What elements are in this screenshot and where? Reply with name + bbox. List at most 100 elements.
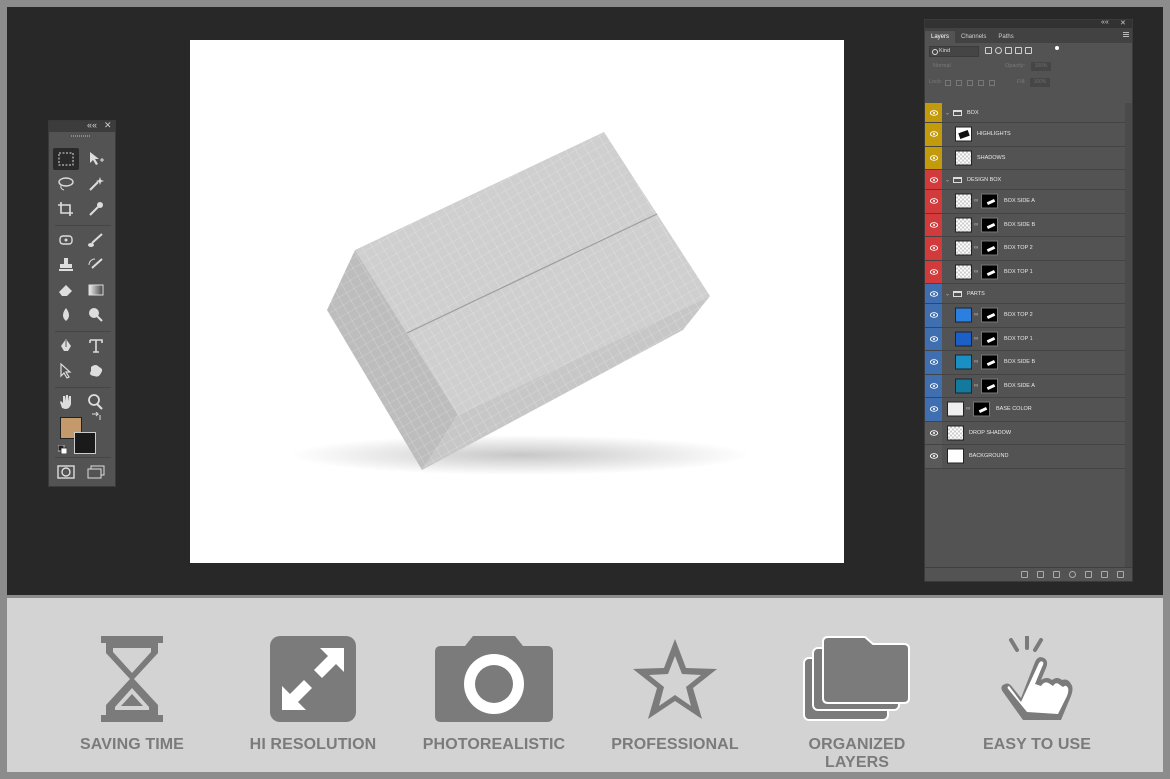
tab-channels[interactable]: Channels xyxy=(955,31,992,43)
visibility-eye-icon[interactable] xyxy=(925,327,942,350)
mask-link-icon[interactable]: ∞ xyxy=(974,245,978,251)
layer-row[interactable]: DROP SHADOW xyxy=(925,421,1126,445)
expand-chevron-icon[interactable]: ⌄ xyxy=(945,109,950,116)
mask-link-icon[interactable]: ∞ xyxy=(974,359,978,365)
fill-field[interactable]: 100% xyxy=(1030,78,1050,87)
visibility-eye-icon[interactable] xyxy=(925,146,942,169)
dodge-tool-icon[interactable] xyxy=(83,304,109,326)
document-canvas[interactable] xyxy=(190,40,844,563)
expand-chevron-icon[interactable]: ⌄ xyxy=(945,290,950,297)
background-color-swatch[interactable] xyxy=(74,432,96,454)
layer-mask-thumbnail[interactable] xyxy=(981,307,998,323)
visibility-eye-icon[interactable] xyxy=(925,123,942,146)
layer-row[interactable]: ∞ BOX SIDE B xyxy=(925,351,1126,375)
blend-mode-select[interactable]: Normal xyxy=(929,61,999,72)
mask-link-icon[interactable]: ∞ xyxy=(974,198,978,204)
layer-row[interactable]: ∞ BOX SIDE A xyxy=(925,374,1126,398)
adjustment-filter-icon[interactable] xyxy=(995,47,1002,54)
new-group-icon[interactable] xyxy=(1085,571,1092,578)
opacity-field[interactable]: 100% xyxy=(1031,62,1051,71)
pen-tool-icon[interactable] xyxy=(53,335,79,357)
custom-shape-tool-icon[interactable] xyxy=(83,360,109,382)
lock-pixels-icon[interactable] xyxy=(956,80,962,86)
lasso-tool-icon[interactable] xyxy=(53,173,79,195)
visibility-eye-icon[interactable] xyxy=(925,421,942,444)
filter-kind-select[interactable]: Kind xyxy=(929,46,979,57)
layer-mask-thumbnail[interactable] xyxy=(981,378,998,394)
visibility-eye-icon[interactable] xyxy=(925,103,942,122)
visibility-eye-icon[interactable] xyxy=(925,190,942,213)
history-brush-tool-icon[interactable] xyxy=(83,254,109,276)
eraser-tool-icon[interactable] xyxy=(53,279,79,301)
visibility-eye-icon[interactable] xyxy=(925,170,942,189)
layer-row[interactable]: ∞ BOX TOP 1 xyxy=(925,327,1126,351)
expand-chevron-icon[interactable]: ⌄ xyxy=(945,176,950,183)
mask-link-icon[interactable]: ∞ xyxy=(974,222,978,228)
layer-mask-thumbnail[interactable] xyxy=(981,354,998,370)
tab-paths[interactable]: Paths xyxy=(992,31,1019,43)
lock-all-icon[interactable] xyxy=(989,80,995,86)
move-tool-icon[interactable] xyxy=(83,148,109,170)
layer-row[interactable]: ∞ BOX TOP 2 xyxy=(925,237,1126,261)
visibility-eye-icon[interactable] xyxy=(925,398,942,421)
eyedropper-tool-icon[interactable] xyxy=(83,198,109,220)
pixel-filter-icon[interactable] xyxy=(985,47,992,54)
delete-layer-icon[interactable] xyxy=(1117,571,1124,578)
panel-grip[interactable] xyxy=(49,132,115,140)
screen-mode-icon[interactable] xyxy=(83,461,109,483)
smart-object-filter-icon[interactable] xyxy=(1025,47,1032,54)
marquee-tool-icon[interactable] xyxy=(53,148,79,170)
layer-row[interactable]: ∞ BOX SIDE B xyxy=(925,213,1126,237)
layer-mask-thumbnail[interactable] xyxy=(981,193,998,209)
mask-link-icon[interactable]: ∞ xyxy=(974,269,978,275)
mask-link-icon[interactable]: ∞ xyxy=(966,406,970,412)
layer-mask-thumbnail[interactable] xyxy=(981,331,998,347)
layer-style-icon[interactable] xyxy=(1037,571,1044,578)
layer-mask-thumbnail[interactable] xyxy=(981,264,998,280)
gradient-tool-icon[interactable] xyxy=(83,279,109,301)
visibility-eye-icon[interactable] xyxy=(925,374,942,397)
add-mask-icon[interactable] xyxy=(1053,571,1060,578)
collapse-icon[interactable]: «« xyxy=(1101,19,1109,26)
layer-mask-thumbnail[interactable] xyxy=(981,217,998,233)
visibility-eye-icon[interactable] xyxy=(925,351,942,374)
tab-layers[interactable]: Layers xyxy=(925,31,956,43)
close-icon[interactable]: ✕ xyxy=(1120,19,1126,27)
mask-link-icon[interactable]: ∞ xyxy=(974,312,978,318)
path-selection-tool-icon[interactable] xyxy=(53,360,79,382)
mask-link-icon[interactable]: ∞ xyxy=(974,336,978,342)
adjustment-layer-icon[interactable] xyxy=(1069,571,1076,578)
layer-row[interactable]: ∞ BOX TOP 1 xyxy=(925,260,1126,284)
layer-row[interactable]: HIGHLIGHTS xyxy=(925,123,1126,147)
visibility-eye-icon[interactable] xyxy=(925,284,942,303)
swap-colors-icon[interactable] xyxy=(83,410,109,424)
lock-position-icon[interactable] xyxy=(967,80,973,86)
layer-row[interactable]: ∞ BOX TOP 2 xyxy=(925,304,1126,328)
hand-tool-icon[interactable] xyxy=(53,391,79,413)
layer-row[interactable]: ∞ BOX SIDE A xyxy=(925,190,1126,214)
crop-tool-icon[interactable] xyxy=(53,198,79,220)
link-layers-icon[interactable] xyxy=(1021,571,1028,578)
blur-tool-icon[interactable] xyxy=(53,304,79,326)
layers-scrollbar[interactable] xyxy=(1125,103,1132,573)
visibility-eye-icon[interactable] xyxy=(925,445,942,468)
layer-mask-thumbnail[interactable] xyxy=(981,240,998,256)
default-colors-icon[interactable] xyxy=(57,441,68,455)
magic-wand-tool-icon[interactable] xyxy=(83,173,109,195)
visibility-eye-icon[interactable] xyxy=(925,213,942,236)
layer-row[interactable]: SHADOWS xyxy=(925,146,1126,170)
shape-filter-icon[interactable] xyxy=(1015,47,1022,54)
layer-row[interactable]: ∞ BASE COLOR xyxy=(925,398,1126,422)
spot-healing-tool-icon[interactable] xyxy=(53,229,79,251)
mask-link-icon[interactable]: ∞ xyxy=(974,383,978,389)
visibility-eye-icon[interactable] xyxy=(925,237,942,260)
lock-transparent-icon[interactable] xyxy=(945,80,951,86)
layer-group-row[interactable]: ⌄ BOX xyxy=(925,103,1126,123)
panel-menu-icon[interactable] xyxy=(1123,32,1129,37)
type-tool-icon[interactable] xyxy=(83,335,109,357)
type-filter-icon[interactable] xyxy=(1005,47,1012,54)
brush-tool-icon[interactable] xyxy=(83,229,109,251)
clone-stamp-tool-icon[interactable] xyxy=(53,254,79,276)
lock-artboard-icon[interactable] xyxy=(978,80,984,86)
quick-mask-icon[interactable] xyxy=(53,461,79,483)
